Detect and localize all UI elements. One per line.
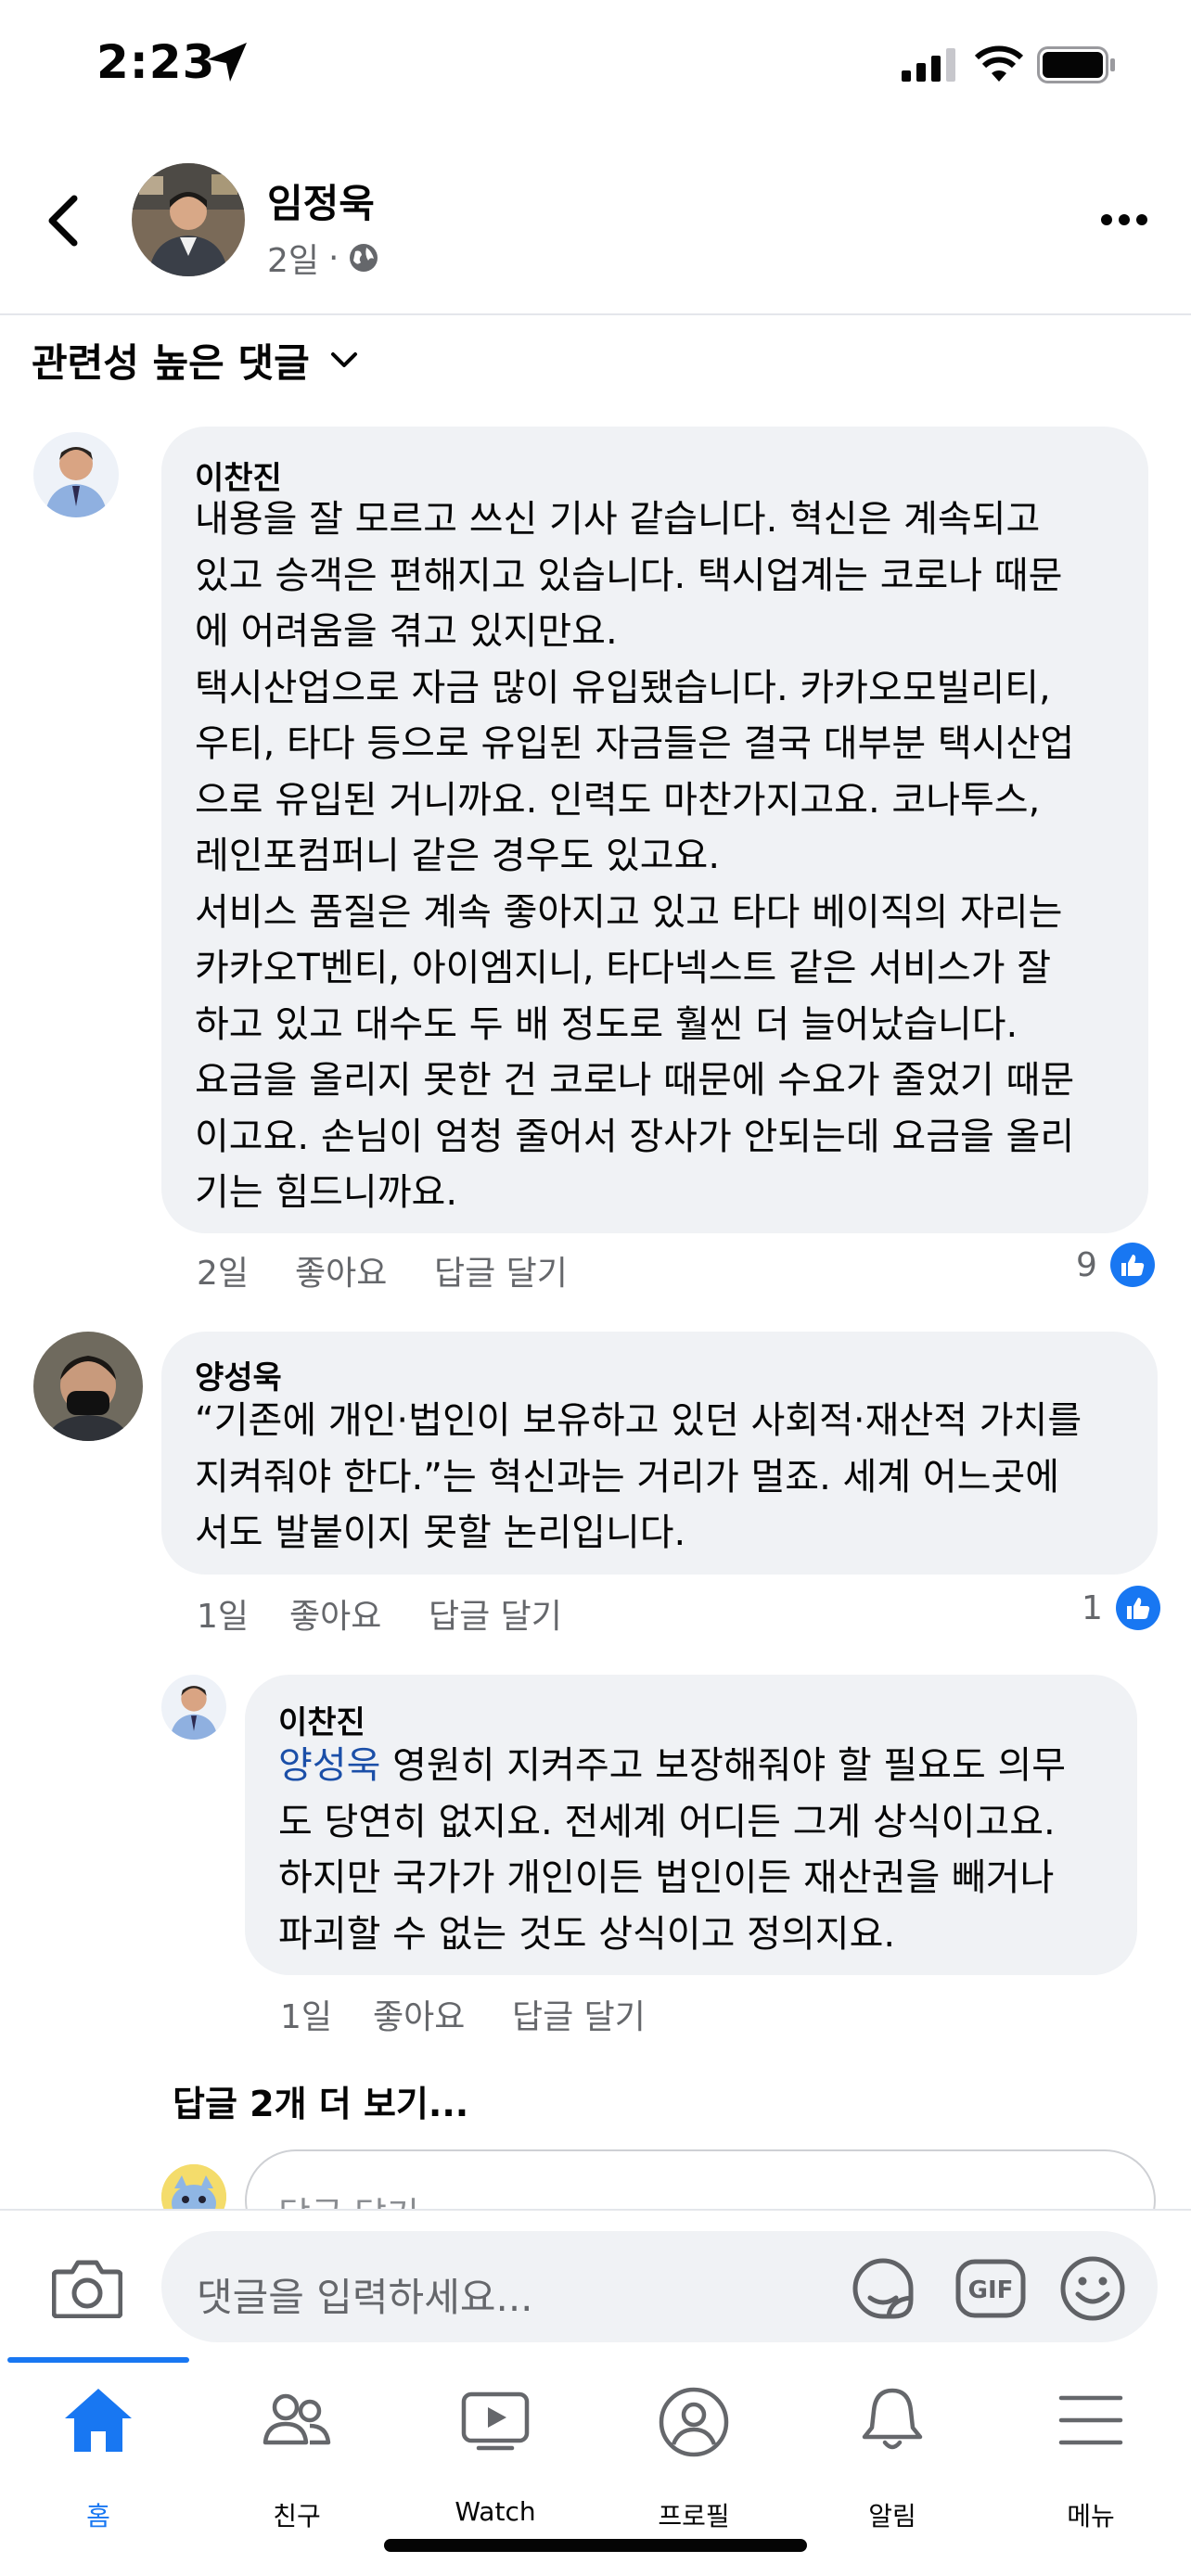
comment-bubble[interactable]: 이찬진 내용을 잘 모르고 쓰신 기사 같습니다. 혁신은 계속되고 있고 승객…: [161, 427, 1148, 1233]
sticker-icon[interactable]: [848, 2253, 918, 2324]
back-chevron-icon[interactable]: [46, 195, 80, 247]
reply-button[interactable]: 답글 달기: [512, 1990, 646, 2038]
reaction-number: 9: [1076, 1245, 1097, 1284]
tab-watch[interactable]: Watch: [421, 2385, 570, 2527]
home-indicator[interactable]: [384, 2539, 807, 2552]
tab-label: 메뉴: [1067, 2501, 1115, 2531]
post-meta: 2일 ·: [267, 234, 379, 282]
comment-input-placeholder: 댓글을 입력하세요...: [197, 2275, 533, 2320]
tab-label: Watch: [455, 2496, 536, 2527]
like-button[interactable]: 좋아요: [289, 1589, 429, 1638]
profile-icon: [659, 2387, 729, 2457]
reply-body: 영원히 지켜주고 보장해줘야 할 필요도 의무 도 당연히 없지요. 전세계 어…: [278, 1744, 1067, 1956]
reply-actions: 1일 좋아요 답글 달기: [280, 1990, 646, 2038]
menu-icon: [1058, 2395, 1123, 2445]
tab-friends[interactable]: 친구: [223, 2385, 371, 2531]
sort-label: 관련성 높은 댓글: [32, 340, 310, 386]
comment-actions: 1일 좋아요 답글 달기: [197, 1589, 562, 1638]
view-more-replies-link[interactable]: 답글 2개 더 보기...: [173, 2075, 468, 2126]
reaction-number: 1: [1082, 1588, 1103, 1627]
cellular-signal-icon: [902, 48, 955, 82]
comment-text: 내용을 잘 모르고 쓰신 기사 같습니다. 혁신은 계속되고 있고 승객은 편해…: [195, 498, 1075, 1214]
comment-sort-dropdown[interactable]: 관련성 높은 댓글: [32, 332, 358, 389]
reply-button[interactable]: 답글 달기: [429, 1589, 562, 1638]
gif-icon[interactable]: GIF: [955, 2259, 1026, 2318]
post-header: 임정욱 2일 ·: [0, 139, 1191, 315]
like-button[interactable]: 좋아요: [295, 1246, 434, 1294]
like-reaction-icon: [1109, 1243, 1155, 1287]
status-time: 2:23: [96, 35, 216, 89]
meta-dot: ·: [328, 238, 339, 277]
reaction-count[interactable]: 1: [1082, 1586, 1160, 1630]
location-arrow-icon: [208, 43, 247, 82]
like-reaction-icon: [1115, 1586, 1160, 1630]
active-tab-indicator: [7, 2357, 189, 2363]
reply-text: 양성욱 영원히 지켜주고 보장해줘야 할 필요도 의무 도 당연히 없지요. 전…: [278, 1738, 1122, 1962]
chevron-down-icon: [330, 351, 357, 367]
reaction-count[interactable]: 9: [1076, 1243, 1155, 1287]
comment-bubble[interactable]: 양성욱 “기존에 개인·법인이 보유하고 있던 사회적·재산적 가치를 지켜줘야…: [161, 1332, 1158, 1575]
wifi-icon: [974, 45, 1024, 82]
battery-icon: [1037, 46, 1115, 83]
comment-time: 1일: [197, 1598, 250, 1636]
commenter-avatar[interactable]: [33, 432, 119, 517]
watch-icon: [461, 2391, 530, 2451]
author-avatar[interactable]: [132, 163, 245, 276]
comment-time: 2일: [197, 1255, 250, 1293]
post-age: 2일: [267, 242, 320, 280]
tab-label: 프로필: [658, 2501, 730, 2531]
bell-icon: [862, 2388, 923, 2450]
camera-icon[interactable]: [52, 2259, 122, 2318]
reply-author[interactable]: 이찬진: [278, 1697, 365, 1742]
home-icon: [65, 2389, 132, 2452]
globe-icon: [350, 244, 378, 272]
tab-menu[interactable]: 메뉴: [1017, 2385, 1165, 2531]
status-bar: 2:23: [0, 0, 1191, 139]
emoji-icon[interactable]: [1057, 2253, 1128, 2324]
tab-label: 홈: [86, 2501, 110, 2531]
reply-mention[interactable]: 양성욱: [278, 1744, 380, 1787]
friends-icon: [263, 2393, 331, 2445]
reply-bubble[interactable]: 이찬진 양성욱 영원히 지켜주고 보장해줘야 할 필요도 의무 도 당연히 없지…: [245, 1675, 1137, 1975]
author-name[interactable]: 임정욱: [267, 172, 375, 229]
tab-notifications[interactable]: 알림: [818, 2385, 967, 2531]
comment-actions: 2일 좋아요 답글 달기: [197, 1246, 568, 1294]
comment-composer: 댓글을 입력하세요... GIF: [0, 2209, 1191, 2357]
tab-label: 친구: [273, 2501, 321, 2531]
tab-profile[interactable]: 프로필: [620, 2385, 768, 2531]
reply-time: 1일: [280, 1998, 333, 2036]
more-options-icon[interactable]: [1100, 213, 1148, 226]
reply-button[interactable]: 답글 달기: [434, 1246, 568, 1294]
comment-author[interactable]: 양성욱: [195, 1352, 282, 1397]
tab-label: 알림: [868, 2501, 916, 2531]
comment-text: “기존에 개인·법인이 보유하고 있던 사회적·재산적 가치를 지켜줘야 한다.…: [195, 1399, 1082, 1554]
reply-author-avatar[interactable]: [161, 1675, 226, 1740]
comment-input[interactable]: 댓글을 입력하세요... GIF: [161, 2231, 1158, 2342]
commenter-avatar[interactable]: [33, 1332, 143, 1441]
gif-icon-label: GIF: [968, 2276, 1014, 2304]
tab-home[interactable]: 홈: [24, 2385, 173, 2531]
like-button[interactable]: 좋아요: [373, 1990, 512, 2038]
